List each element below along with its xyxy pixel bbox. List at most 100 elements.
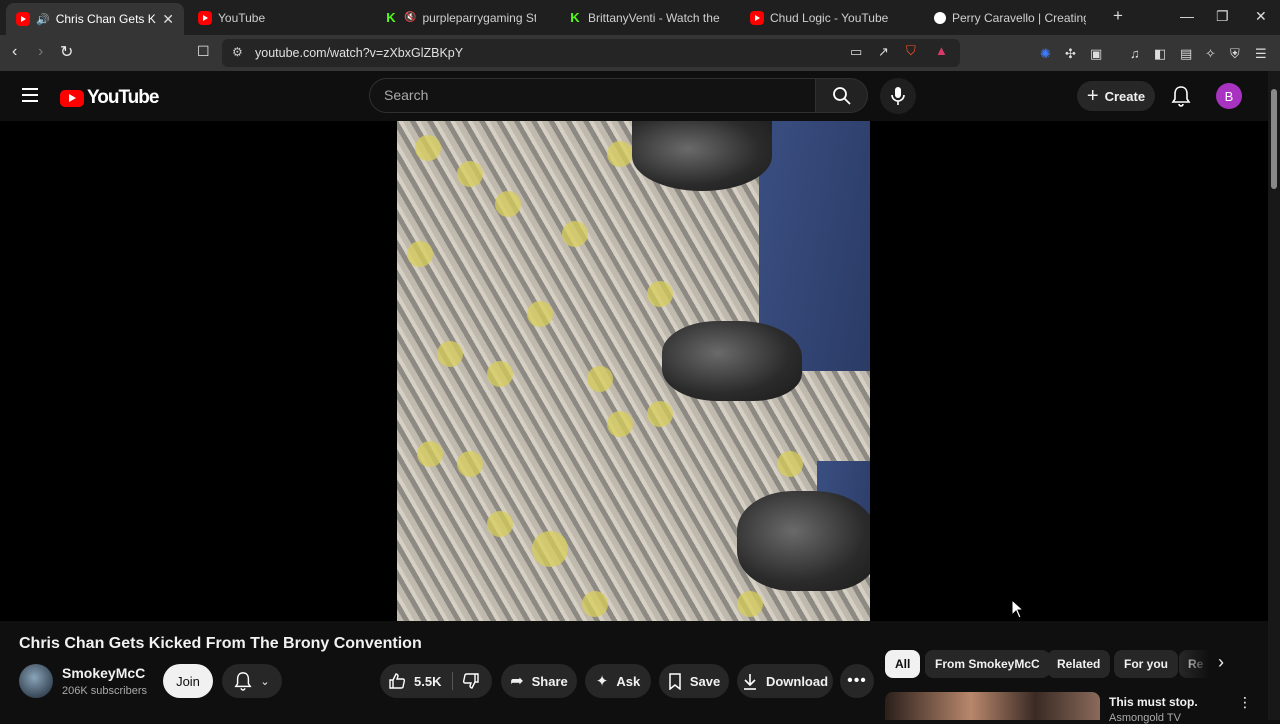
recommended-video-thumbnail[interactable] bbox=[885, 692, 1100, 720]
chip-for-you[interactable]: For you bbox=[1114, 650, 1178, 678]
video-player[interactable] bbox=[0, 121, 1268, 621]
video-frame bbox=[397, 121, 870, 621]
mouse-cursor-icon bbox=[1011, 599, 1025, 619]
tab-title: BrittanyVenti - Watch the VOD o bbox=[588, 10, 720, 25]
dislike-button[interactable] bbox=[462, 672, 480, 695]
chip-all[interactable]: All bbox=[885, 650, 921, 678]
browser-tab[interactable]: YouTube bbox=[188, 3, 368, 32]
reload-icon[interactable]: ↻ bbox=[60, 42, 73, 62]
page-scrollbar[interactable] bbox=[1268, 71, 1280, 720]
brave-shields-icon[interactable]: ⛉ bbox=[906, 43, 916, 59]
download-label: Download bbox=[765, 673, 829, 689]
search-icon bbox=[833, 87, 851, 105]
search-button[interactable] bbox=[816, 78, 868, 113]
browser-tab[interactable]: K 🔇 purpleparrygaming Stream - bbox=[374, 3, 546, 32]
guide-menu-icon[interactable] bbox=[22, 88, 38, 106]
youtube-logo[interactable]: YouTube bbox=[60, 87, 159, 109]
wallet-icon[interactable]: ▤ bbox=[1180, 46, 1192, 62]
create-button[interactable]: + Create bbox=[1077, 81, 1155, 111]
youtube-favicon-icon bbox=[198, 10, 212, 25]
like-divider bbox=[452, 672, 453, 690]
kick-favicon-icon: K bbox=[386, 10, 396, 25]
share-page-icon[interactable]: ↗ bbox=[878, 44, 889, 60]
bookmark-save-icon bbox=[669, 672, 681, 690]
bookmark-icon[interactable]: ☐ bbox=[197, 43, 210, 60]
tab-title: Chris Chan Gets Kicked F bbox=[55, 12, 157, 26]
browser-tab[interactable]: Chud Logic - YouTube bbox=[740, 3, 920, 32]
like-dislike-bar: 5.5K bbox=[380, 664, 492, 698]
browser-tab[interactable]: K BrittanyVenti - Watch the VOD o bbox=[558, 3, 730, 32]
download-button[interactable]: Download bbox=[737, 664, 833, 698]
thumbs-up-icon bbox=[389, 673, 406, 689]
sparkle-icon: ✦ bbox=[595, 673, 609, 690]
chevron-down-icon: ⌄ bbox=[260, 675, 270, 688]
share-label: Share bbox=[531, 673, 568, 689]
share-icon: ➦ bbox=[510, 673, 524, 690]
recommended-video-channel[interactable]: Asmongold TV bbox=[1109, 712, 1181, 724]
browser-menu-icon[interactable]: ☰ bbox=[1255, 46, 1267, 62]
address-bar[interactable]: ⚙ youtube.com/watch?v=zXbxGlZBKpY ▭ ↗ ⛉ … bbox=[222, 39, 960, 67]
like-count: 5.5K bbox=[414, 673, 442, 689]
back-icon[interactable]: ‹ bbox=[12, 43, 17, 61]
patreon-favicon-icon bbox=[934, 11, 946, 24]
speaker-icon: 🔊 bbox=[36, 13, 50, 26]
youtube-wordmark: YouTube bbox=[87, 87, 159, 108]
recommended-video-title[interactable]: This must stop. bbox=[1109, 695, 1198, 709]
close-tab-icon[interactable]: ✕ bbox=[162, 11, 174, 28]
cast-icon[interactable]: ▭ bbox=[850, 44, 862, 60]
subscriber-count: 206K subscribers bbox=[62, 685, 147, 697]
voice-search-button[interactable] bbox=[880, 78, 916, 114]
recommended-video-menu-icon[interactable]: ⋮ bbox=[1238, 694, 1252, 711]
chip-fade bbox=[1180, 650, 1210, 678]
subscription-notifications-button[interactable]: ⌄ bbox=[222, 664, 282, 698]
share-button[interactable]: ➦ Share bbox=[501, 664, 577, 698]
brave-rewards-icon[interactable]: ▲ bbox=[935, 43, 948, 58]
vpn-icon[interactable]: ⛨ bbox=[1230, 46, 1240, 62]
media-icon[interactable]: ♫ bbox=[1130, 46, 1140, 61]
url-text: youtube.com/watch?v=zXbxGlZBKpY bbox=[255, 46, 464, 60]
join-button[interactable]: Join bbox=[163, 664, 213, 698]
extension-icon[interactable]: ✺ bbox=[1040, 46, 1051, 62]
channel-name[interactable]: SmokeyMcC bbox=[62, 665, 145, 681]
new-tab-button[interactable]: + bbox=[1113, 6, 1123, 26]
save-label: Save bbox=[689, 673, 721, 689]
forward-icon[interactable]: › bbox=[38, 43, 43, 61]
more-actions-icon[interactable]: ••• bbox=[840, 664, 874, 698]
channel-avatar[interactable] bbox=[19, 664, 53, 698]
create-label: Create bbox=[1104, 88, 1146, 104]
like-button[interactable]: 5.5K bbox=[388, 664, 441, 698]
close-window-icon[interactable]: ✕ bbox=[1255, 8, 1267, 25]
tab-title: YouTube bbox=[218, 10, 266, 25]
tab-title: Perry Caravello | Creating Come bbox=[952, 10, 1086, 25]
video-title: Chris Chan Gets Kicked From The Brony Co… bbox=[19, 635, 422, 652]
save-button[interactable]: Save bbox=[659, 664, 729, 698]
chevron-right-icon[interactable]: › bbox=[1218, 652, 1224, 673]
browser-tab-active[interactable]: 🔊 Chris Chan Gets Kicked F ✕ bbox=[6, 3, 184, 35]
bell-icon bbox=[234, 672, 252, 691]
ask-button[interactable]: ✦ Ask bbox=[585, 664, 651, 698]
kick-favicon-icon: K bbox=[570, 10, 580, 25]
screenshot-icon[interactable]: ▣ bbox=[1090, 46, 1102, 62]
restore-icon[interactable]: ❐ bbox=[1216, 8, 1229, 25]
minimize-icon[interactable]: — bbox=[1180, 8, 1194, 24]
plus-icon: + bbox=[1086, 85, 1099, 107]
scrollbar-thumb[interactable] bbox=[1271, 89, 1277, 189]
leo-ai-icon[interactable]: ✧ bbox=[1205, 46, 1216, 62]
youtube-masthead: YouTube + Create B bbox=[0, 71, 1268, 121]
account-avatar[interactable]: B bbox=[1216, 83, 1242, 109]
notifications-bell-icon[interactable] bbox=[1171, 85, 1191, 107]
microphone-icon bbox=[891, 87, 905, 105]
muted-icon: 🔇 bbox=[404, 12, 417, 23]
tab-title: Chud Logic - YouTube bbox=[770, 10, 889, 25]
site-settings-icon[interactable]: ⚙ bbox=[232, 45, 243, 59]
ask-label: Ask bbox=[616, 673, 641, 689]
extensions-puzzle-icon[interactable]: ✣ bbox=[1065, 46, 1076, 62]
browser-tab[interactable]: Perry Caravello | Creating Come bbox=[924, 3, 1096, 32]
search-box bbox=[369, 78, 816, 113]
chip-related[interactable]: Related bbox=[1047, 650, 1111, 678]
search-input[interactable] bbox=[382, 86, 802, 104]
download-icon bbox=[743, 673, 756, 690]
chip-from-channel[interactable]: From SmokeyMcC bbox=[925, 650, 1050, 678]
youtube-favicon-icon bbox=[16, 12, 30, 26]
sidebar-icon[interactable]: ◧ bbox=[1154, 46, 1166, 62]
